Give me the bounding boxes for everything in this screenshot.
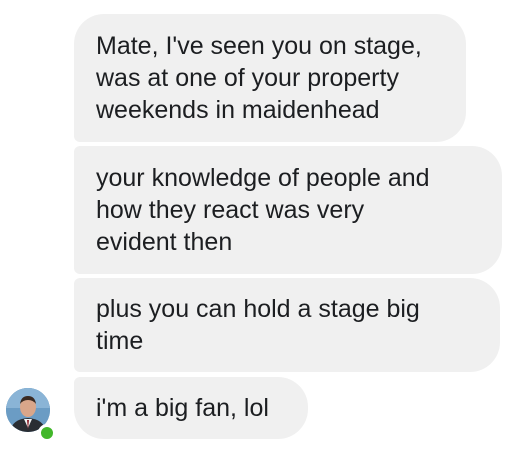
message-bubble[interactable]: Mate, I've seen you on stage, was at one… [74, 14, 466, 142]
message-text: plus you can hold a stage big time [96, 295, 420, 355]
message-bubble[interactable]: i'm a big fan, lol [74, 377, 308, 439]
message-text: i'm a big fan, lol [96, 394, 269, 422]
message-bubble[interactable]: your knowledge of people and how they re… [74, 146, 502, 274]
message-text: Mate, I've seen you on stage, was at one… [96, 32, 422, 124]
message-bubble[interactable]: plus you can hold a stage big time [74, 278, 500, 372]
chat-thread: Mate, I've seen you on stage, was at one… [0, 0, 507, 450]
online-status-indicator [38, 424, 56, 442]
message-text: your knowledge of people and how they re… [96, 164, 430, 256]
